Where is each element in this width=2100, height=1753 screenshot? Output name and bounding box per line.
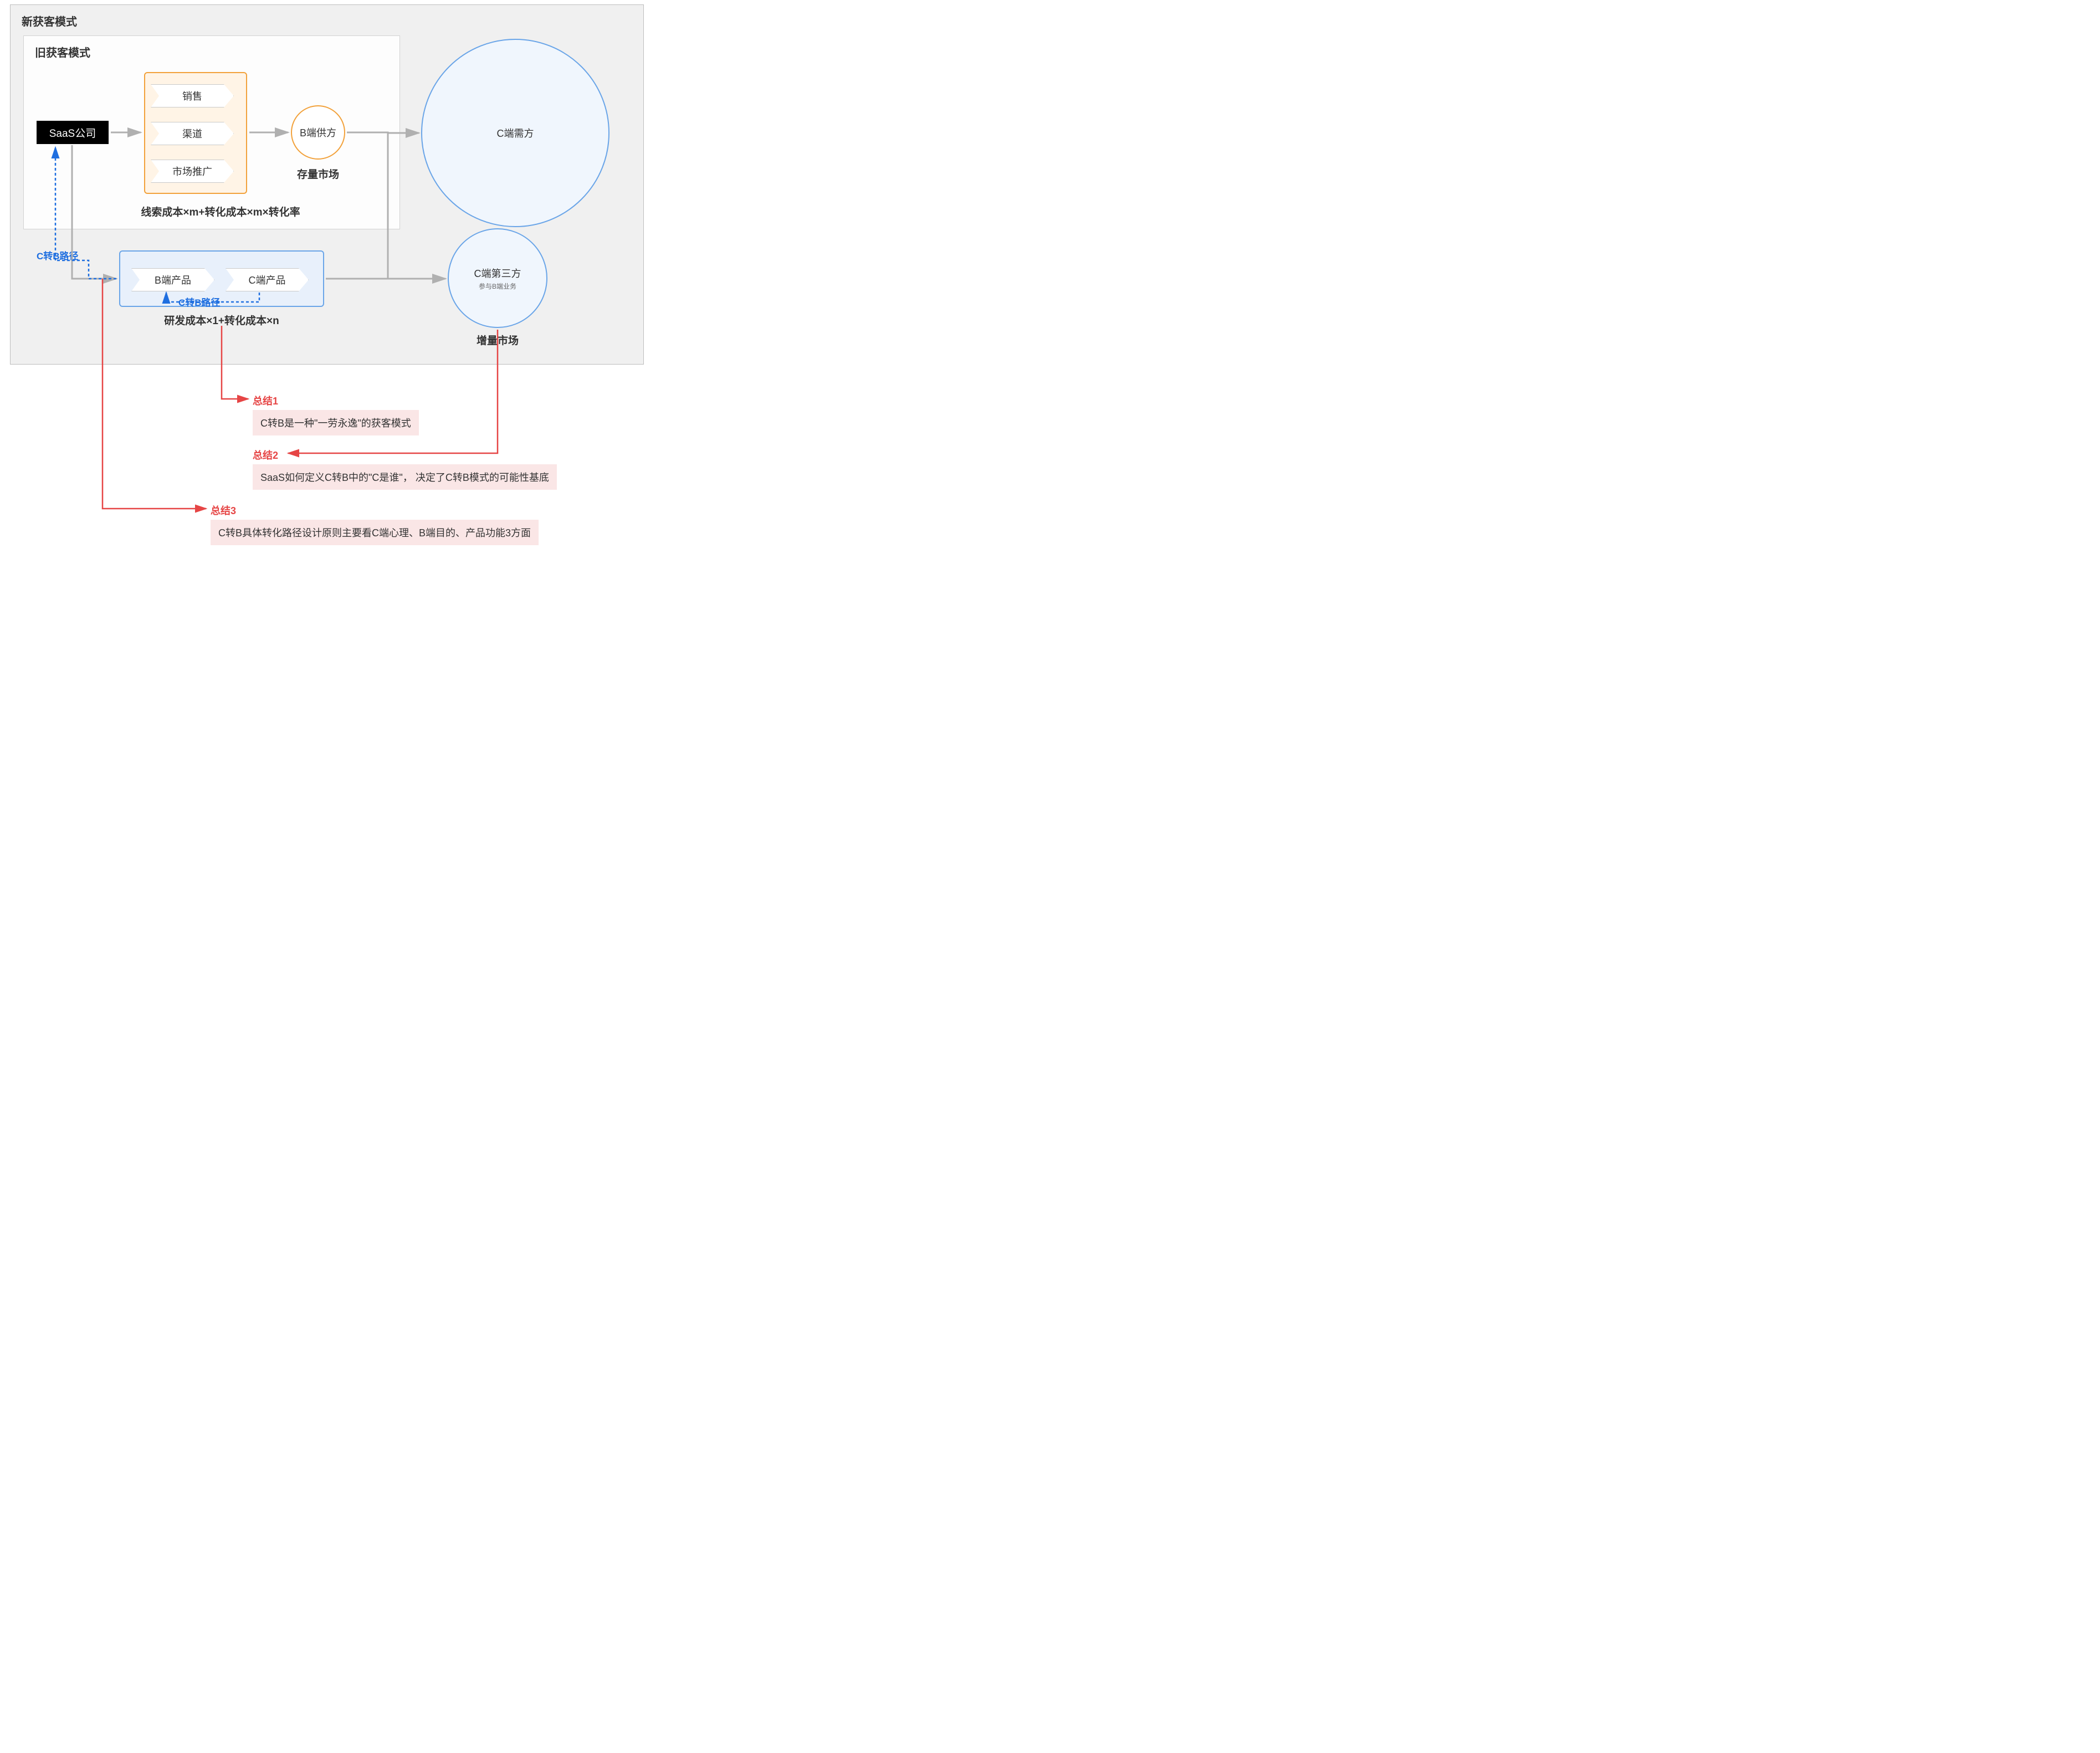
summary-1-text: C转B是一种"一劳永逸"的获客模式	[253, 410, 419, 435]
c-third-sub: 参与B端业务	[479, 281, 516, 291]
c2b-path-label-1: C转B路径	[37, 248, 79, 262]
saas-label: SaaS公司	[49, 125, 96, 140]
c-demand-label: C端需方	[497, 126, 534, 140]
summary-2-label: 总结2	[253, 448, 278, 462]
c-third-circle: C端第三方 参与B端业务	[448, 228, 547, 328]
product-box: B端产品 C端产品	[119, 250, 324, 307]
product-b: B端产品	[131, 268, 214, 291]
b-supply-caption: 存量市场	[289, 166, 347, 181]
c2b-path-label-2: C转B路径	[178, 295, 221, 309]
new-formula: 研发成本×1+转化成本×n	[139, 312, 305, 327]
channel-box: 销售 渠道 市场推广	[144, 72, 247, 194]
channel-item-marketing: 市场推广	[151, 160, 234, 183]
outer-title: 新获客模式	[22, 13, 77, 29]
summary-2-text: SaaS如何定义C转B中的"C是谁"， 决定了C转B模式的可能性基底	[253, 464, 557, 490]
channel-item-sales: 销售	[151, 84, 234, 107]
summary-1-label: 总结1	[253, 393, 278, 408]
c-third-label: C端第三方	[474, 266, 521, 280]
b-supply-label: B端供方	[300, 125, 336, 140]
product-c: C端产品	[226, 268, 309, 291]
channel-item-channel: 渠道	[151, 122, 234, 145]
b-supply-circle: B端供方	[291, 105, 345, 160]
saas-company-box: SaaS公司	[37, 121, 109, 144]
c-demand-circle: C端需方	[421, 39, 609, 227]
summary-3-label: 总结3	[211, 503, 236, 517]
c-third-caption: 增量市场	[467, 332, 529, 347]
inner-title: 旧获客模式	[35, 44, 90, 60]
old-formula: 线索成本×m+转化成本×m×转化率	[104, 204, 337, 219]
summary-3-text: C转B具体转化路径设计原则主要看C端心理、B端目的、产品功能3方面	[211, 520, 539, 545]
